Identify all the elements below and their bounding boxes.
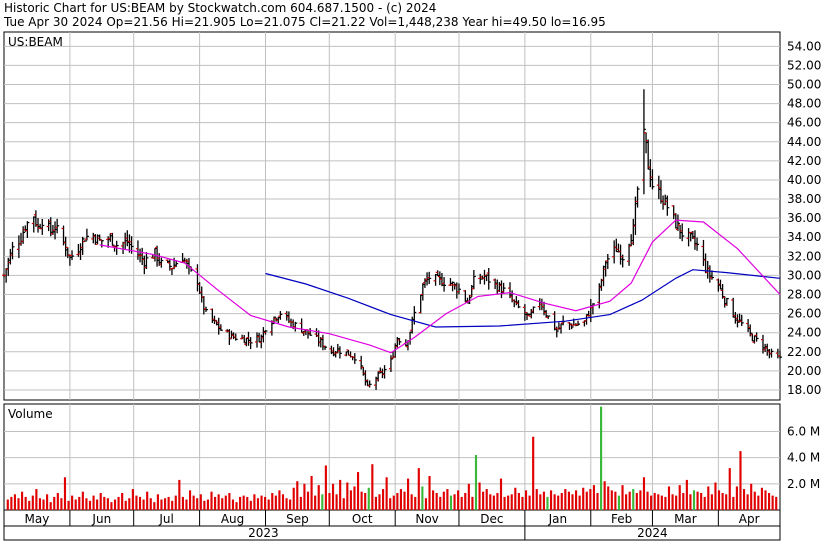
- month-label: Feb: [611, 512, 632, 526]
- stock-chart: 18.00 20.00 22.00 24.00 26.00 28.00 30.00 32.00…: [2, 31, 821, 541]
- month-label: Mar: [674, 512, 697, 526]
- volume-label: Volume: [8, 407, 53, 421]
- symbol-label: US:BEAM: [8, 35, 63, 49]
- month-axis-strip: [3, 509, 781, 527]
- price-tick-label: 24.00: [787, 326, 821, 340]
- price-tick-label: 30.00: [787, 268, 821, 282]
- month-label: Nov: [415, 512, 438, 526]
- price-tick-label: 20.00: [787, 364, 821, 378]
- month-label: Oct: [352, 512, 373, 526]
- price-tick-label: 36.00: [787, 211, 821, 225]
- price-tick-label: 18.00: [787, 383, 821, 397]
- price-tick-label: 42.00: [787, 154, 821, 168]
- month-label: Jul: [158, 512, 173, 526]
- price-tick-label: 50.00: [787, 78, 821, 92]
- month-label: Sep: [286, 512, 309, 526]
- price-tick-label: 38.00: [787, 192, 821, 206]
- year-label: 2023: [248, 526, 279, 540]
- price-tick-label: 26.00: [787, 307, 821, 321]
- month-label: May: [25, 512, 50, 526]
- price-tick-label: 44.00: [787, 135, 821, 149]
- month-label: Dec: [480, 512, 503, 526]
- price-tick-label: 28.00: [787, 288, 821, 302]
- month-label: Apr: [739, 512, 760, 526]
- month-label: Aug: [221, 512, 244, 526]
- volume-panel: [3, 403, 781, 511]
- price-tick-label: 32.00: [787, 249, 821, 263]
- price-tick-label: 48.00: [787, 97, 821, 111]
- price-tick-label: 40.00: [787, 173, 821, 187]
- price-panel: [3, 31, 781, 401]
- volume-tick-label: 2.0 M: [787, 477, 820, 491]
- month-label: Jan: [548, 512, 568, 526]
- price-tick-label: 22.00: [787, 345, 821, 359]
- price-tick-label: 54.00: [787, 39, 821, 53]
- price-tick-label: 34.00: [787, 230, 821, 244]
- volume-tick-label: 4.0 M: [787, 451, 820, 465]
- volume-tick-label: 6.0 M: [787, 424, 820, 438]
- price-tick-label: 46.00: [787, 116, 821, 130]
- year-label: 2024: [637, 526, 668, 540]
- month-label: Jun: [91, 512, 111, 526]
- price-tick-label: 52.00: [787, 58, 821, 72]
